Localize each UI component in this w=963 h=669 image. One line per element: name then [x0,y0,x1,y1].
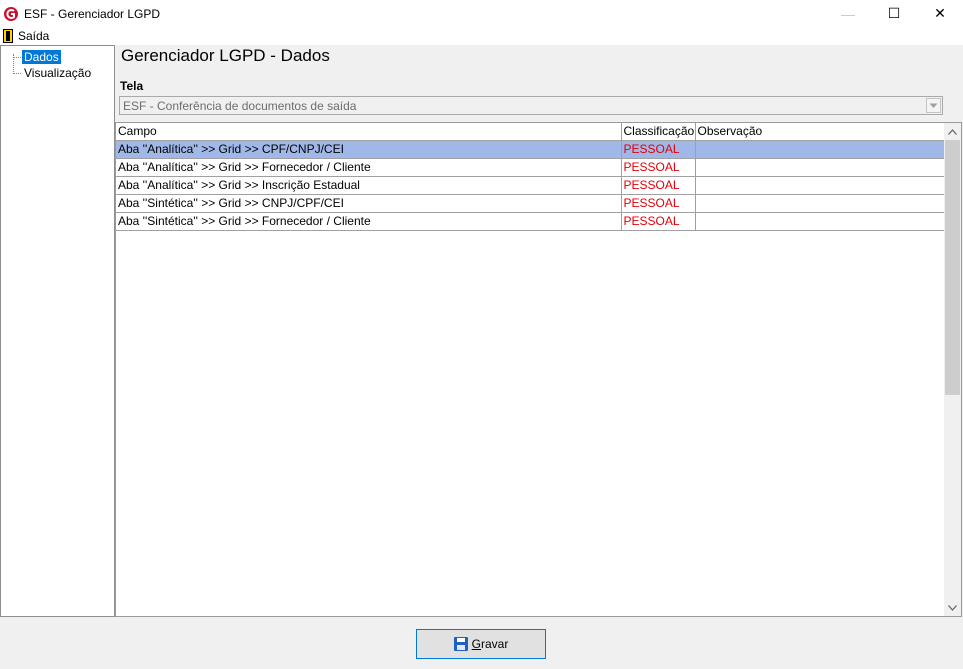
data-grid: Campo Classificação Observação Aba ''Ana… [115,122,962,617]
grid-table: Campo Classificação Observação Aba ''Ana… [116,123,946,231]
cell-campo[interactable]: Aba ''Analítica'' >> Grid >> CPF/CNPJ/CE… [116,140,622,159]
tree-item-dados[interactable]: Dados [22,50,61,64]
menu-item-label: Saída [18,29,50,43]
save-button-label: Gravar [471,637,509,651]
cell-campo[interactable]: Aba ''Analítica'' >> Grid >> Inscrição E… [116,176,622,195]
app-logo-icon [3,6,19,22]
column-header-classificacao[interactable]: Classificação [621,123,696,141]
tree-connector [13,73,21,74]
title-bar: ESF - Gerenciador LGPD — ☐ ✕ [0,0,963,27]
grid-header-row: Campo Classificação Observação [116,123,946,141]
close-button[interactable]: ✕ [917,0,963,27]
cell-observacao[interactable] [695,140,946,159]
cell-campo[interactable]: Aba ''Analítica'' >> Grid >> Fornecedor … [116,158,622,177]
scroll-up-icon[interactable] [944,123,961,140]
column-header-campo[interactable]: Campo [116,123,622,141]
cell-classificacao[interactable]: PESSOAL [621,194,696,213]
cell-campo[interactable]: Aba ''Sintética'' >> Grid >> Fornecedor … [116,212,622,231]
cell-observacao[interactable] [695,158,946,177]
exit-door-icon [3,29,13,43]
maximize-button[interactable]: ☐ [871,0,917,27]
tree-item-visualizacao[interactable]: Visualização [22,66,93,80]
table-row[interactable]: Aba ''Analítica'' >> Grid >> Fornecedor … [116,158,946,177]
table-row[interactable]: Aba ''Sintética'' >> Grid >> Fornecedor … [116,212,946,231]
scroll-down-icon[interactable] [944,599,961,616]
table-row[interactable]: Aba ''Analítica'' >> Grid >> Inscrição E… [116,176,946,195]
table-row[interactable]: Aba ''Sintética'' >> Grid >> CNPJ/CPF/CE… [116,194,946,213]
cell-campo[interactable]: Aba ''Sintética'' >> Grid >> CNPJ/CPF/CE… [116,194,622,213]
table-row[interactable]: Aba ''Analítica'' >> Grid >> CPF/CNPJ/CE… [116,140,946,159]
tela-select[interactable]: ESF - Conferência de documentos de saída [119,96,943,115]
vertical-scrollbar[interactable] [944,123,961,616]
cell-observacao[interactable] [695,212,946,231]
cell-observacao[interactable] [695,194,946,213]
window-title: ESF - Gerenciador LGPD [24,6,161,21]
menu-bar: Saída [0,27,963,45]
cell-classificacao[interactable]: PESSOAL [621,212,696,231]
page-title: Gerenciador LGPD - Dados [121,46,330,65]
save-button[interactable]: Gravar [416,629,546,659]
cell-classificacao[interactable]: PESSOAL [621,176,696,195]
sidebar-tree: Dados Visualização [0,45,115,617]
tela-select-value: ESF - Conferência de documentos de saída [123,98,357,113]
cell-classificacao[interactable]: PESSOAL [621,158,696,177]
tela-label: Tela [120,79,144,93]
cell-classificacao[interactable]: PESSOAL [621,140,696,159]
tree-connector [13,57,21,58]
scroll-thumb[interactable] [945,140,960,395]
column-header-observacao[interactable]: Observação [695,123,946,141]
minimize-button[interactable]: — [825,0,871,27]
cell-observacao[interactable] [695,176,946,195]
chevron-down-icon[interactable] [926,98,941,113]
floppy-disk-icon [453,637,468,651]
menu-item-saida[interactable]: Saída [0,27,49,45]
